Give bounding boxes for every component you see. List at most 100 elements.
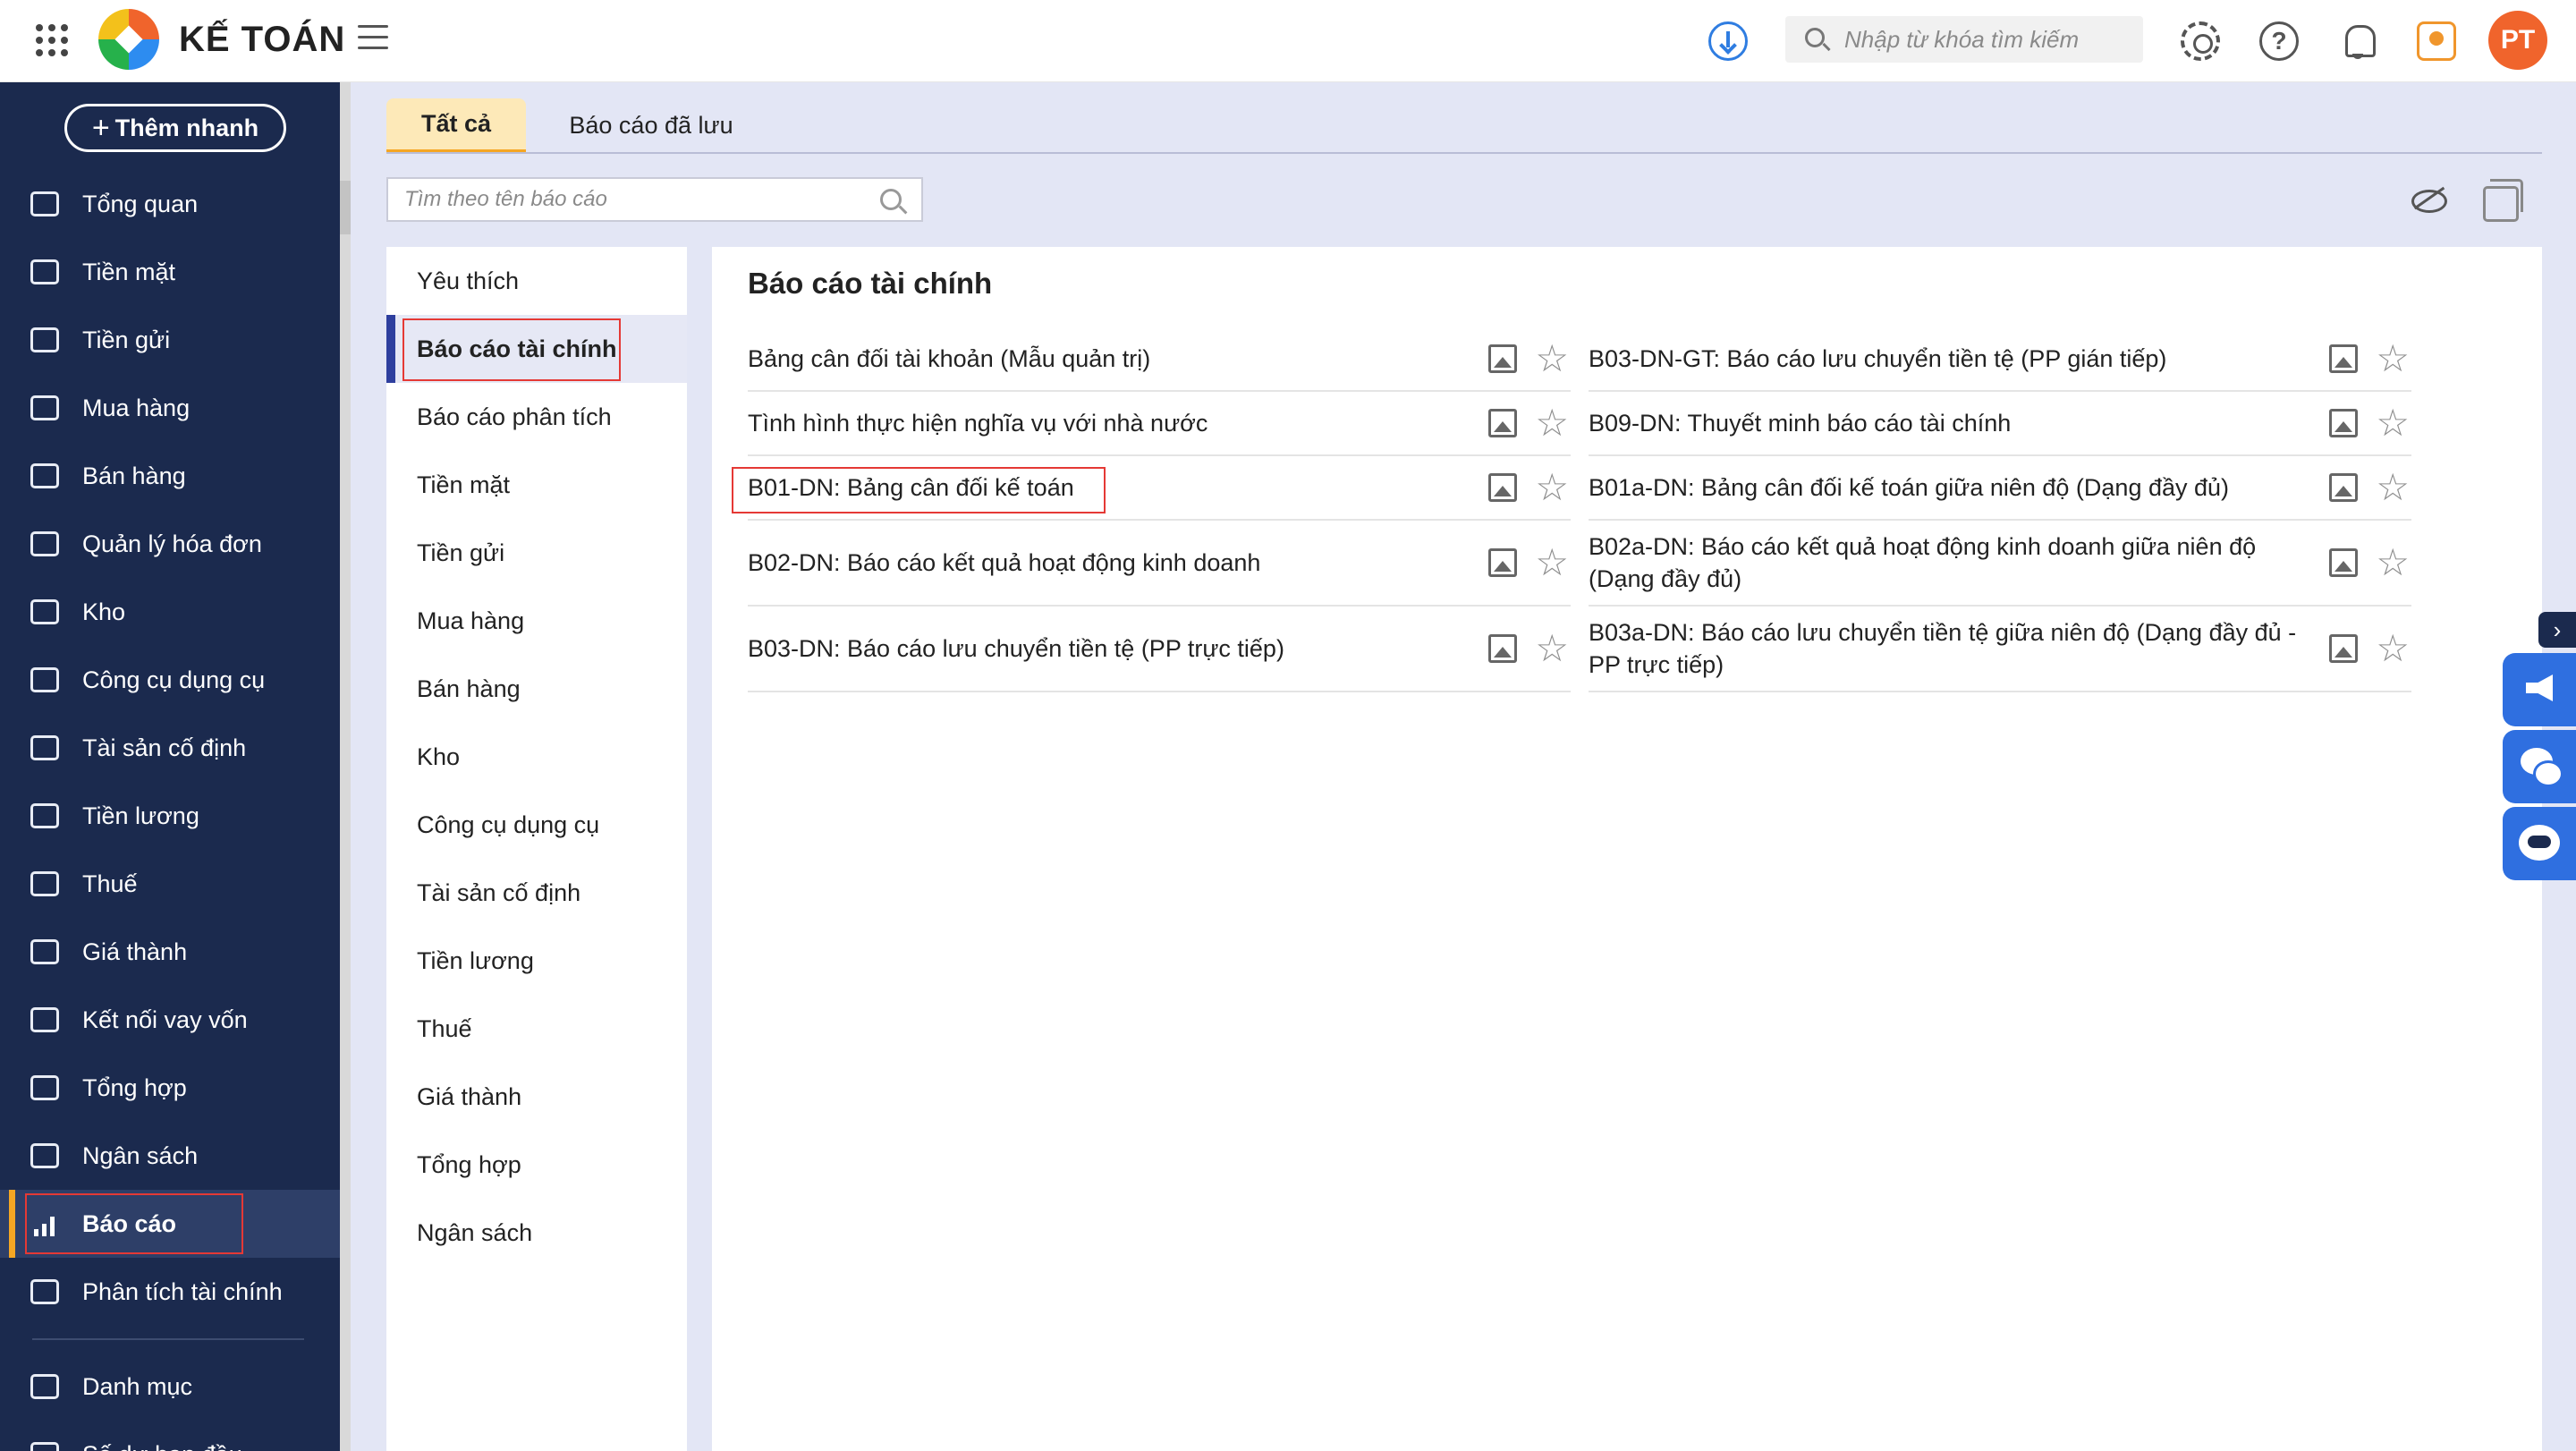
category-item-tong-hop[interactable]: Tổng hợp	[386, 1131, 687, 1199]
report-row[interactable]: B03-DN: Báo cáo lưu chuyển tiền tệ (PP t…	[748, 607, 1571, 692]
search-icon[interactable]	[880, 189, 902, 210]
category-item-tien-gui[interactable]: Tiền gửi	[386, 519, 687, 587]
sidebar-item-so-du-ban-dau[interactable]: Số dư ban đầu	[0, 1421, 340, 1451]
announcement-icon[interactable]	[2417, 21, 2456, 61]
sidebar-item-tien-mat[interactable]: Tiền mặt	[0, 238, 340, 306]
category-item-tien-luong[interactable]: Tiền lương	[386, 927, 687, 995]
sidebar-item-tien-luong[interactable]: Tiền lương	[0, 782, 340, 850]
category-item-yeu-thich[interactable]: Yêu thích	[386, 247, 687, 315]
preview-image-icon[interactable]	[2329, 409, 2358, 437]
report-column-left: Bảng cân đối tài khoản (Mẫu quản trị) ☆ …	[732, 327, 1571, 692]
category-item-cong-cu-dung-cu[interactable]: Công cụ dụng cụ	[386, 791, 687, 859]
sidebar-item-tien-gui[interactable]: Tiền gửi	[0, 306, 340, 374]
preview-image-icon[interactable]	[2329, 344, 2358, 373]
gear-icon[interactable]	[2181, 21, 2220, 61]
hide-eye-icon[interactable]	[2410, 181, 2447, 216]
collapse-icon[interactable]	[2483, 179, 2523, 222]
preview-image-icon[interactable]	[1488, 409, 1517, 437]
preview-image-icon[interactable]	[2329, 634, 2358, 663]
sidebar-item-cong-cu-dung-cu[interactable]: Công cụ dụng cụ	[0, 646, 340, 714]
report-row[interactable]: B09-DN: Thuyết minh báo cáo tài chính ☆	[1589, 392, 2411, 456]
category-item-bao-cao-phan-tich[interactable]: Báo cáo phân tích	[386, 383, 687, 451]
report-row[interactable]: B03-DN-GT: Báo cáo lưu chuyển tiền tệ (P…	[1589, 327, 2411, 392]
favorite-star-icon[interactable]: ☆	[1535, 339, 1569, 378]
global-search-input[interactable]	[1844, 25, 2131, 54]
report-link[interactable]: B09-DN: Thuyết minh báo cáo tài chính	[1589, 410, 2011, 437]
favorite-star-icon[interactable]: ☆	[1535, 403, 1569, 443]
category-item-gia-thanh[interactable]: Giá thành	[386, 1063, 687, 1131]
report-row[interactable]: Tình hình thực hiện nghĩa vụ với nhà nướ…	[748, 392, 1571, 456]
category-item-kho[interactable]: Kho	[386, 723, 687, 791]
report-link[interactable]: B02a-DN: Báo cáo kết quả hoạt động kinh …	[1589, 530, 2313, 595]
favorite-star-icon[interactable]: ☆	[1535, 468, 1569, 507]
sidebar-item-gia-thanh[interactable]: Giá thành	[0, 918, 340, 986]
category-item-bao-cao-tai-chinh[interactable]: Báo cáo tài chính	[386, 315, 687, 383]
category-item-ngan-sach[interactable]: Ngân sách	[386, 1199, 687, 1267]
tab-saved-reports[interactable]: Báo cáo đã lưu	[562, 98, 741, 152]
report-link[interactable]: Tình hình thực hiện nghĩa vụ với nhà nướ…	[748, 410, 1208, 437]
report-search-input[interactable]	[404, 187, 869, 212]
report-row[interactable]: B02a-DN: Báo cáo kết quả hoạt động kinh …	[1589, 521, 2411, 607]
bell-icon[interactable]	[2338, 21, 2377, 61]
report-link[interactable]: B03-DN: Báo cáo lưu chuyển tiền tệ (PP t…	[748, 632, 1284, 665]
sidebar-item-tong-quan[interactable]: Tổng quan	[0, 170, 340, 238]
sidebar-item-phan-tich-tai-chinh[interactable]: Phân tích tài chính	[0, 1258, 340, 1326]
app-grid-icon[interactable]	[36, 24, 68, 56]
sidebar-scrollbar[interactable]	[340, 82, 351, 1451]
sidebar-item-danh-muc[interactable]: Danh mục	[0, 1353, 340, 1421]
sidebar-item-bao-cao[interactable]: Báo cáo	[0, 1190, 340, 1258]
quick-add-button[interactable]: + Thêm nhanh	[64, 104, 286, 152]
favorite-star-icon[interactable]: ☆	[2376, 468, 2410, 507]
favorite-star-icon[interactable]: ☆	[1535, 543, 1569, 582]
report-link[interactable]: B03a-DN: Báo cáo lưu chuyển tiền tệ giữa…	[1589, 616, 2313, 681]
menu-toggle-icon[interactable]	[358, 25, 388, 52]
category-item-ban-hang[interactable]: Bán hàng	[386, 655, 687, 723]
sidebar-item-ket-noi-vay-von[interactable]: Kết nối vay vốn	[0, 986, 340, 1054]
report-link[interactable]: B03-DN-GT: Báo cáo lưu chuyển tiền tệ (P…	[1589, 345, 2166, 373]
report-row[interactable]: Bảng cân đối tài khoản (Mẫu quản trị) ☆	[748, 327, 1571, 392]
preview-image-icon[interactable]	[1488, 344, 1517, 373]
tab-all[interactable]: Tất cả	[386, 98, 526, 152]
sidebar-item-kho[interactable]: Kho	[0, 578, 340, 646]
category-item-mua-hang[interactable]: Mua hàng	[386, 587, 687, 655]
report-row[interactable]: B01-DN: Bảng cân đối kế toán ☆	[732, 456, 1571, 521]
report-row[interactable]: B03a-DN: Báo cáo lưu chuyển tiền tệ giữa…	[1589, 607, 2411, 692]
sidebar-item-ngan-sach[interactable]: Ngân sách	[0, 1122, 340, 1190]
report-link[interactable]: B01-DN: Bảng cân đối kế toán	[748, 474, 1074, 502]
sidebar-item-tai-san-co-dinh[interactable]: Tài sản cố định	[0, 714, 340, 782]
sidebar-item-thue[interactable]: Thuế	[0, 850, 340, 918]
category-item-tai-san-co-dinh[interactable]: Tài sản cố định	[386, 859, 687, 927]
report-search[interactable]	[386, 177, 923, 222]
chat-icon[interactable]	[2503, 730, 2576, 803]
favorite-star-icon[interactable]: ☆	[1535, 629, 1569, 668]
global-search[interactable]	[1785, 16, 2143, 63]
sidebar-item-tong-hop[interactable]: Tổng hợp	[0, 1054, 340, 1122]
sidebar-item-ban-hang[interactable]: Bán hàng	[0, 442, 340, 510]
preview-image-icon[interactable]	[1488, 473, 1517, 502]
sidebar-item-mua-hang[interactable]: Mua hàng	[0, 374, 340, 442]
preview-image-icon[interactable]	[2329, 548, 2358, 577]
favorite-star-icon[interactable]: ☆	[2376, 629, 2410, 668]
report-link[interactable]: B02-DN: Báo cáo kết quả hoạt động kinh d…	[748, 547, 1260, 579]
favorite-star-icon[interactable]: ☆	[2376, 339, 2410, 378]
preview-image-icon[interactable]	[1488, 634, 1517, 663]
sidebar-item-quan-ly-hoa-don[interactable]: Quản lý hóa đơn	[0, 510, 340, 578]
category-item-thue[interactable]: Thuế	[386, 995, 687, 1063]
favorite-star-icon[interactable]: ☆	[2376, 403, 2410, 443]
report-link[interactable]: Bảng cân đối tài khoản (Mẫu quản trị)	[748, 345, 1150, 373]
preview-image-icon[interactable]	[1488, 548, 1517, 577]
float-toolbar-toggle-icon[interactable]: ›	[2538, 612, 2576, 648]
download-icon[interactable]	[1708, 21, 1748, 61]
preview-image-icon[interactable]	[2329, 473, 2358, 502]
category-item-tien-mat[interactable]: Tiền mặt	[386, 451, 687, 519]
megaphone-icon[interactable]	[2503, 653, 2576, 726]
report-row[interactable]: B02-DN: Báo cáo kết quả hoạt động kinh d…	[748, 521, 1571, 607]
report-link[interactable]: B01a-DN: Bảng cân đối kế toán giữa niên …	[1589, 474, 2229, 502]
help-icon[interactable]: ?	[2259, 21, 2299, 61]
assistant-bot-icon[interactable]	[2503, 807, 2576, 880]
avatar[interactable]: PT	[2488, 11, 2547, 70]
shopping-bag-icon	[30, 395, 59, 420]
favorite-star-icon[interactable]: ☆	[2376, 543, 2410, 582]
line-chart-icon	[30, 1279, 59, 1304]
report-row[interactable]: B01a-DN: Bảng cân đối kế toán giữa niên …	[1589, 456, 2411, 521]
